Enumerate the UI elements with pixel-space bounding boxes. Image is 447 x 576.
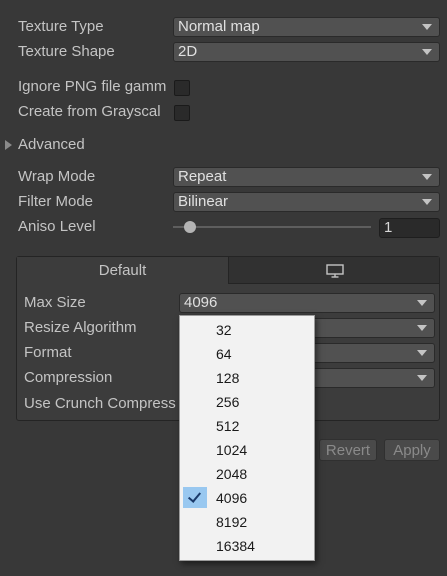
ignore-png-gamma-checkbox[interactable] — [174, 80, 190, 96]
selection-highlight — [183, 487, 207, 508]
max-size-menu: 32 64 128 256 512 1024 2048 4096 8192 16… — [179, 315, 315, 561]
menu-item[interactable]: 2048 — [180, 462, 314, 486]
chevron-down-icon — [417, 375, 427, 381]
wrap-mode-dropdown[interactable]: Repeat — [173, 167, 440, 187]
revert-button[interactable]: Revert — [319, 439, 377, 461]
compression-label: Compression — [24, 369, 113, 386]
chevron-down-icon — [417, 350, 427, 356]
menu-item[interactable]: 32 — [180, 318, 314, 342]
chevron-down-icon — [422, 199, 432, 205]
create-from-grayscale-label: Create from Grayscal — [18, 103, 161, 120]
menu-item[interactable]: 16384 — [180, 534, 314, 558]
monitor-icon — [326, 264, 344, 278]
ignore-png-gamma-label: Ignore PNG file gamm — [18, 78, 167, 95]
advanced-foldout-label[interactable]: Advanced — [18, 134, 85, 156]
filter-mode-dropdown[interactable]: Bilinear — [173, 192, 440, 212]
format-label: Format — [24, 344, 72, 361]
checkmark-icon — [187, 489, 202, 503]
menu-item[interactable]: 8192 — [180, 510, 314, 534]
texture-type-dropdown[interactable]: Normal map — [173, 17, 440, 37]
max-size-label: Max Size — [24, 294, 86, 311]
texture-type-label: Texture Type — [18, 18, 104, 35]
chevron-down-icon — [422, 24, 432, 30]
chevron-down-icon — [422, 174, 432, 180]
filter-mode-label: Filter Mode — [18, 193, 94, 210]
wrap-mode-label: Wrap Mode — [18, 168, 96, 185]
create-from-grayscale-checkbox[interactable] — [174, 105, 190, 121]
menu-item[interactable]: 128 — [180, 366, 314, 390]
texture-type-value: Normal map — [178, 18, 260, 35]
tab-default[interactable]: Default — [17, 257, 229, 284]
aniso-level-field[interactable]: 1 — [379, 218, 440, 238]
chevron-down-icon — [417, 300, 427, 306]
texture-shape-dropdown[interactable]: 2D — [173, 42, 440, 62]
texture-shape-value: 2D — [178, 43, 198, 60]
aniso-level-label: Aniso Level — [18, 218, 96, 235]
menu-item[interactable]: 256 — [180, 390, 314, 414]
chevron-down-icon — [417, 325, 427, 331]
use-crunch-compression-label: Use Crunch Compress — [24, 395, 176, 412]
filter-mode-value: Bilinear — [178, 193, 229, 210]
resize-algorithm-label: Resize Algorithm — [24, 319, 137, 336]
aniso-slider-thumb[interactable] — [184, 221, 196, 233]
tab-standalone[interactable] — [229, 257, 439, 284]
chevron-down-icon — [422, 49, 432, 55]
foldout-arrow-icon[interactable] — [5, 140, 12, 150]
apply-button[interactable]: Apply — [384, 439, 440, 461]
menu-item-selected[interactable]: 4096 — [180, 486, 314, 510]
aniso-slider-track[interactable] — [173, 226, 371, 228]
menu-item[interactable]: 512 — [180, 414, 314, 438]
max-size-value: 4096 — [184, 294, 218, 311]
max-size-dropdown[interactable]: 4096 — [179, 293, 435, 313]
menu-item[interactable]: 1024 — [180, 438, 314, 462]
wrap-mode-value: Repeat — [178, 168, 227, 185]
texture-shape-label: Texture Shape — [18, 43, 115, 60]
menu-item[interactable]: 64 — [180, 342, 314, 366]
